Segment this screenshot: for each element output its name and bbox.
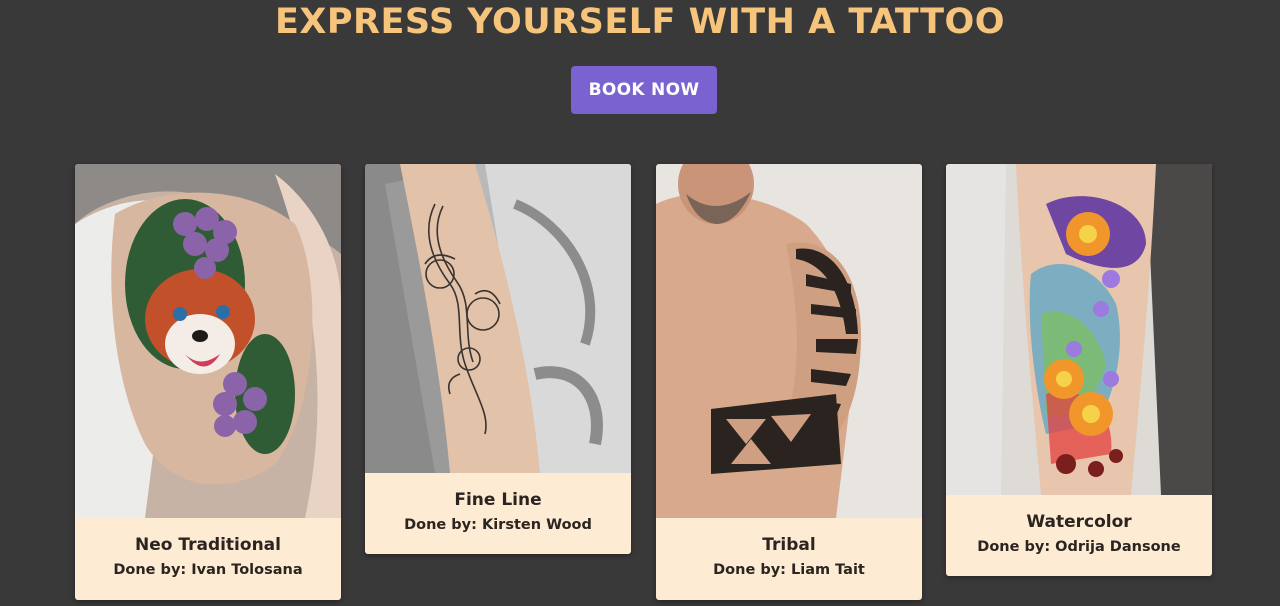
tattoo-style-name: Tribal <box>762 535 816 555</box>
tattoo-style-name: Watercolor <box>1026 512 1132 532</box>
tattoo-photo-fine-line <box>365 164 631 473</box>
gallery-card-neo-traditional[interactable]: Neo Traditional Done by: Ivan Tolosana <box>75 164 341 600</box>
tattoo-artist-credit: Done by: Kirsten Wood <box>404 517 592 533</box>
tattoo-artist-credit: Done by: Odrija Dansone <box>977 539 1181 555</box>
tattoo-style-name: Neo Traditional <box>135 535 281 555</box>
page-headline: EXPRESS YOURSELF WITH A TATTOO <box>274 2 1005 42</box>
tattoo-photo-neo-traditional <box>75 164 341 518</box>
gallery-card-fine-line[interactable]: Fine Line Done by: Kirsten Wood <box>365 164 631 554</box>
tattoo-photo-watercolor <box>946 164 1212 495</box>
caption-watercolor: Watercolor Done by: Odrija Dansone <box>946 495 1212 576</box>
caption-tribal: Tribal Done by: Liam Tait <box>656 518 922 600</box>
caption-neo-traditional: Neo Traditional Done by: Ivan Tolosana <box>75 518 341 600</box>
tattoo-artist-credit: Done by: Liam Tait <box>713 562 865 578</box>
book-now-button[interactable]: BOOK NOW <box>571 66 717 114</box>
gallery-card-watercolor[interactable]: Watercolor Done by: Odrija Dansone <box>946 164 1212 576</box>
tattoo-photo-tribal <box>656 164 922 518</box>
gallery-card-tribal[interactable]: Tribal Done by: Liam Tait <box>656 164 922 600</box>
tattoo-artist-credit: Done by: Ivan Tolosana <box>113 562 303 578</box>
tattoo-style-name: Fine Line <box>454 490 542 510</box>
caption-fine-line: Fine Line Done by: Kirsten Wood <box>365 473 631 554</box>
